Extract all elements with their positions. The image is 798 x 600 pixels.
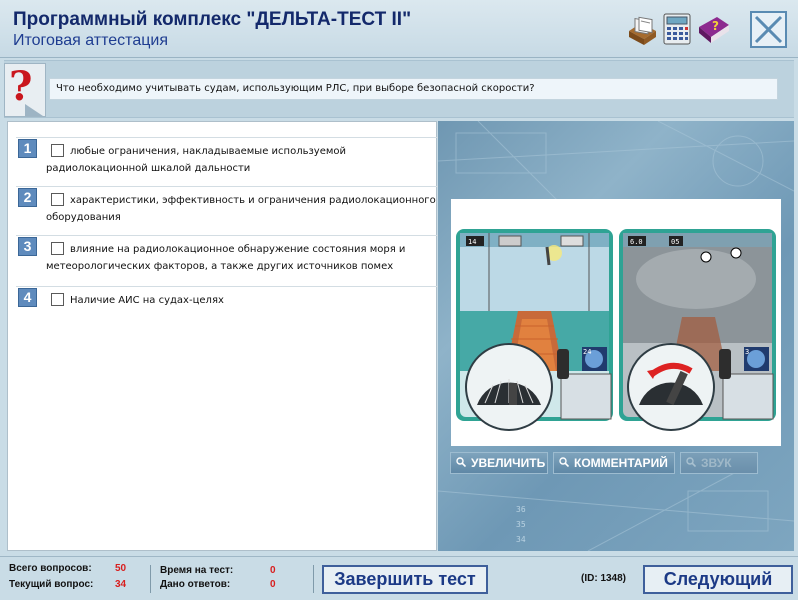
answers-given-value: 0 [270,579,276,590]
ship-bridge-illustration: 14 24 6.0 05 3 [451,199,781,446]
test-time-value: 0 [270,565,276,576]
question-id-label: (ID: 1348) [581,573,627,584]
footer-divider [150,565,151,593]
comment-button-label: КОММЕНТАРИЙ [574,456,668,470]
answer-number: 3 [18,237,37,256]
answer-number: 1 [18,139,37,158]
clear-weather-scene: 14 24 [456,229,613,431]
answer-separator [16,137,440,138]
magnifier-icon [686,457,696,467]
sound-button[interactable]: ЗВУК [680,452,758,474]
magnifier-icon [456,457,466,467]
total-questions-value: 50 [115,563,127,574]
close-icon [754,15,783,44]
sound-button-label: ЗВУК [701,456,732,470]
svg-text:?: ? [9,64,32,110]
comment-button[interactable]: КОММЕНТАРИЙ [553,452,675,474]
svg-text:14: 14 [468,238,476,246]
zoom-button[interactable]: УВЕЛИЧИТЬ [450,452,548,474]
answer-text: характеристики, эффективность и ограниче… [46,195,436,223]
answer-option-4[interactable]: 4 Наличие АИС на судах-целях [16,286,440,316]
deco-number: 36 [516,505,526,514]
fog-weather-scene: 6.0 05 3 [619,229,776,431]
zoom-button-label: УВЕЛИЧИТЬ [471,456,546,470]
app-subtitle: Итоговая аттестация [13,32,168,49]
svg-text:?: ? [712,19,719,33]
current-question-value: 34 [115,579,127,590]
magnifier-icon [559,457,569,467]
finish-test-button[interactable]: Завершить тест [322,565,488,594]
answer-option-3[interactable]: 3 влияние на радиолокационное обнаружени… [16,235,440,285]
svg-text:6.0: 6.0 [630,238,643,246]
test-time-label: Время на тест: [160,565,234,576]
answer-text: влияние на радиолокационное обнаружение … [46,244,406,272]
answer-option-1[interactable]: 1 любые ограничения, накладываемые испол… [16,137,440,185]
close-button[interactable] [750,11,787,48]
help-book-icon[interactable]: ? [697,13,729,45]
svg-text:24: 24 [583,348,591,356]
svg-text:3: 3 [745,348,749,356]
answer-separator [16,235,440,236]
answers-panel: 1 любые ограничения, накладываемые испол… [7,121,440,551]
answer-number: 2 [18,188,37,207]
current-question-label: Текущий вопрос: [9,579,94,590]
deco-number: 34 [516,535,526,544]
answer-number: 4 [18,288,37,307]
next-button[interactable]: Следующий [643,565,793,594]
footer-divider [313,565,314,593]
calculator-icon[interactable] [662,13,694,45]
question-mark-icon: ? [4,63,46,117]
question-text: Что необходимо учитывать судам, использу… [49,78,778,100]
card-index-icon[interactable] [626,13,658,45]
deco-number: 35 [516,520,526,529]
image-panel: 14 24 6.0 05 3 УВЕЛИЧИТЬ КОММЕНТАРИЙ ЗВУ… [438,121,794,551]
answer-text: любые ограничения, накладываемые использ… [46,146,347,174]
answer-option-2[interactable]: 2 характеристики, эффективность и ограни… [16,186,440,234]
answer-text: Наличие АИС на судах-целях [70,295,224,306]
app-header: Программный комплекс "ДЕЛЬТА-ТЕСТ II" Ит… [0,0,798,58]
answer-separator [16,186,440,187]
answers-given-label: Дано ответов: [160,579,231,590]
total-questions-label: Всего вопросов: [9,563,92,574]
svg-text:05: 05 [671,238,679,246]
answer-separator [16,286,440,287]
app-title: Программный комплекс "ДЕЛЬТА-ТЕСТ II" [13,9,412,30]
